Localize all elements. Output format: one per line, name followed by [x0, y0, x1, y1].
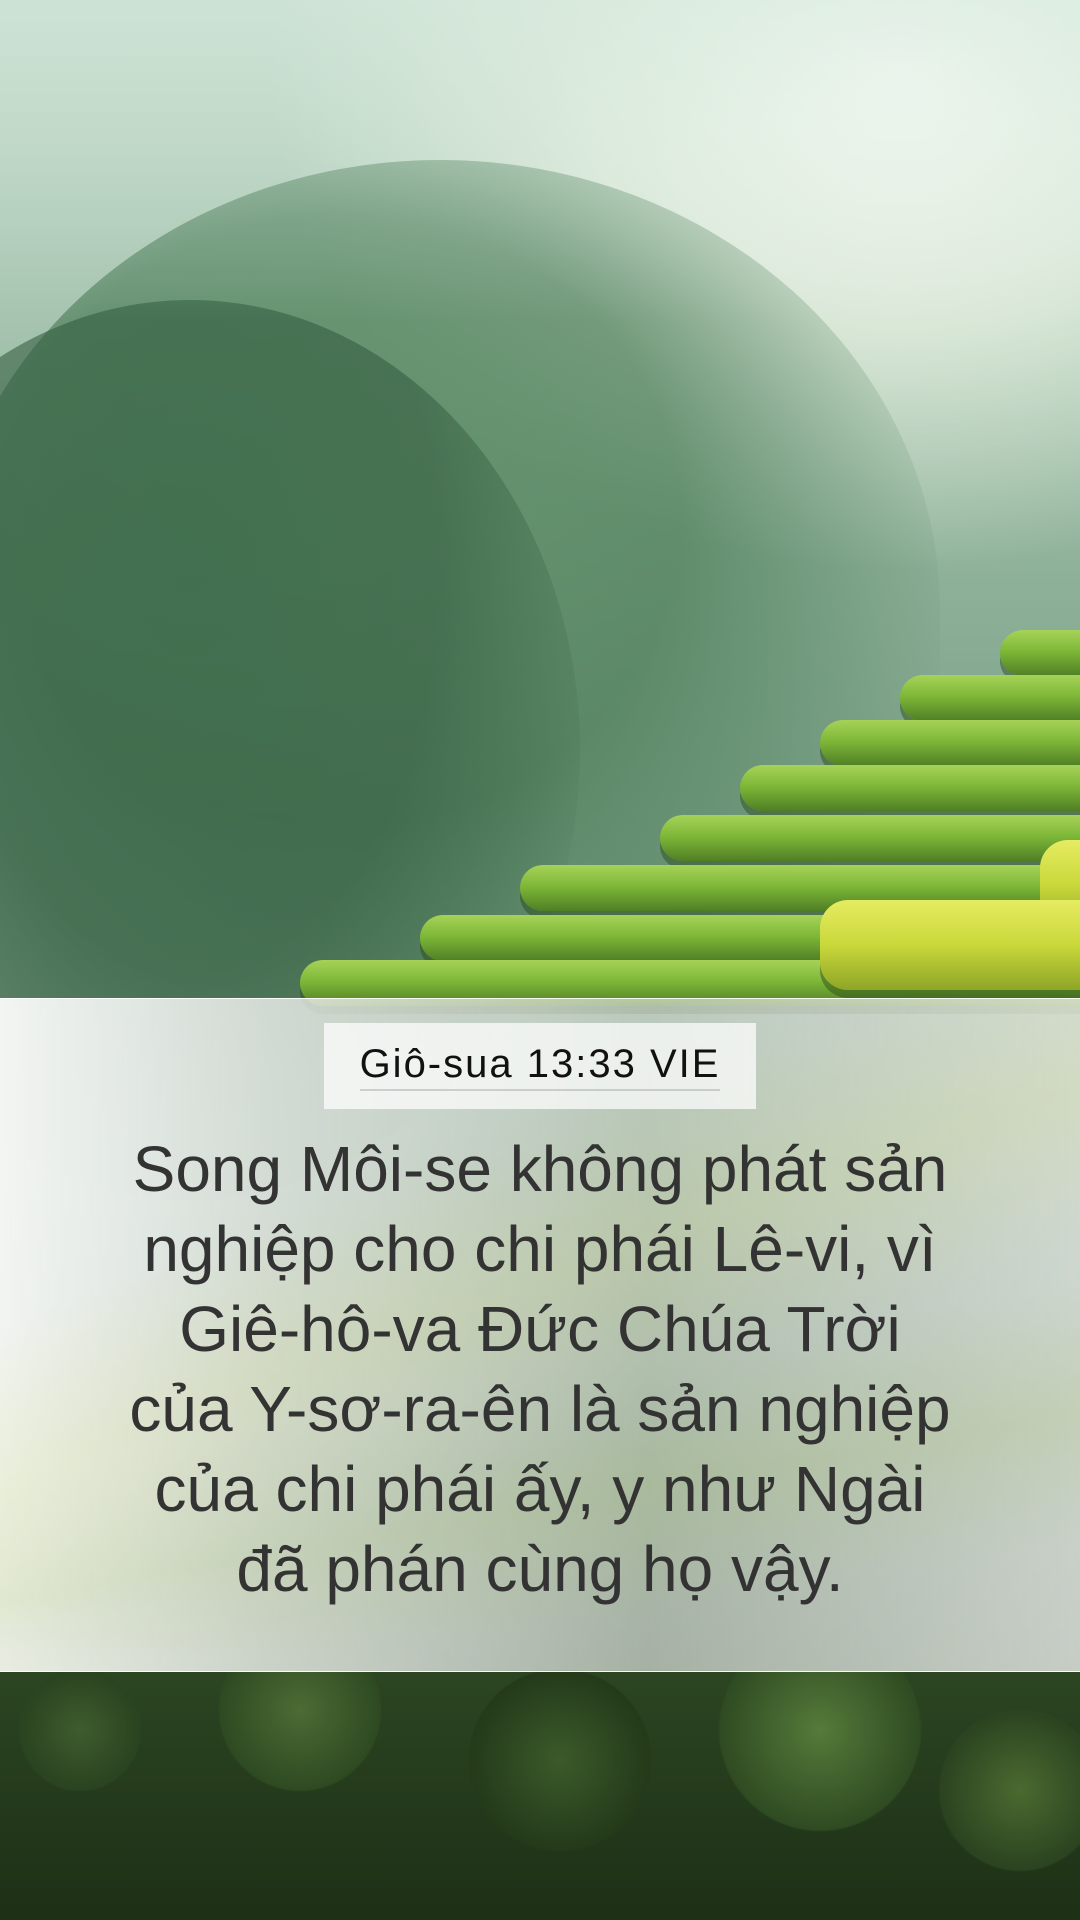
rice-terrace	[900, 675, 1080, 721]
verse-line: Song Môi-se không phát sản	[132, 1133, 948, 1205]
verse-line: đã phán cùng họ vậy.	[236, 1533, 844, 1605]
rice-terrace-yellow	[820, 900, 1080, 990]
verse-line: của Y-sơ-ra-ên là sản nghiệp	[129, 1373, 951, 1445]
verse-line: của chi phái ấy, y như Ngài	[154, 1453, 926, 1525]
forest-canopy	[0, 1670, 1080, 1920]
rice-terrace	[740, 765, 1080, 811]
haze-overlay	[0, 0, 1080, 320]
rice-terrace	[660, 815, 1080, 861]
verse-line: Giê-hô-va Đức Chúa Trời	[179, 1293, 901, 1365]
verse-panel: Giô-sua 13:33 VIE Song Môi-se không phát…	[0, 998, 1080, 1672]
verse-text: Song Môi-se không phát sản nghiệp cho ch…	[70, 1129, 1010, 1609]
verse-reference: Giô-sua 13:33 VIE	[359, 1042, 721, 1091]
rice-terrace	[820, 720, 1080, 766]
reference-box: Giô-sua 13:33 VIE	[324, 1023, 756, 1109]
verse-line: nghiệp cho chi phái Lê-vi, vì	[143, 1213, 937, 1285]
rice-terrace	[1000, 630, 1080, 676]
